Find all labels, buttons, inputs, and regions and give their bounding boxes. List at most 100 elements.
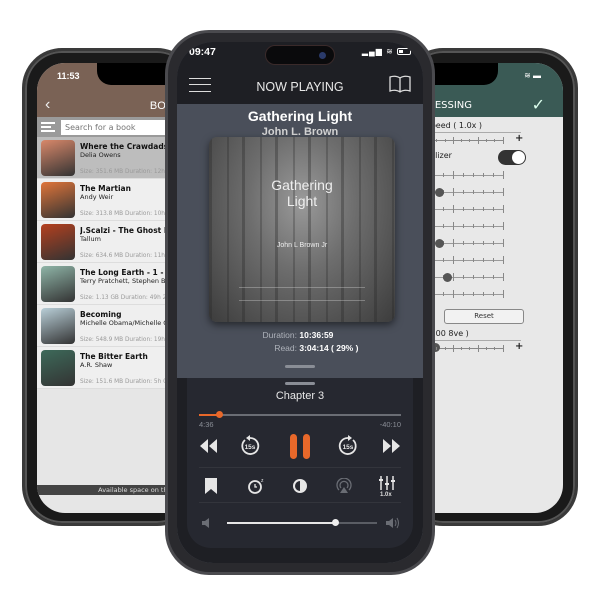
- cover-blurb: [239, 287, 365, 301]
- eq-band-knob[interactable]: [435, 188, 444, 197]
- tick-mark: [483, 173, 484, 177]
- tick-mark: [443, 207, 444, 211]
- volume-knob[interactable]: [332, 519, 339, 526]
- cover-title: Gathering Light: [209, 177, 395, 209]
- duration-label: Duration:: [262, 330, 298, 340]
- book-cover: [41, 182, 75, 218]
- tick-mark: [463, 275, 464, 279]
- tick-mark: [473, 292, 474, 296]
- tick-mark: [463, 292, 464, 296]
- reset-button[interactable]: Reset: [444, 309, 524, 324]
- tick-mark: [486, 347, 487, 350]
- tick-mark: [503, 222, 504, 230]
- tick-mark: [453, 205, 454, 213]
- alarm-clock-icon: z: [248, 478, 264, 494]
- tick-mark: [486, 139, 487, 142]
- next-chapter-button[interactable]: [379, 433, 405, 459]
- tick-mark: [453, 222, 454, 230]
- duration-row: Duration: 10:36:59: [177, 330, 423, 343]
- tick-mark: [483, 207, 484, 211]
- airplay-button[interactable]: [334, 476, 354, 496]
- tick-mark: [453, 171, 454, 179]
- tick-mark: [477, 137, 479, 144]
- plus-icon[interactable]: +: [515, 133, 523, 144]
- tick-mark: [503, 205, 504, 213]
- skip-forward-label: 15s: [343, 444, 354, 451]
- volume-slider[interactable]: [227, 519, 377, 526]
- eq-band-knob[interactable]: [435, 239, 444, 248]
- skip-forward-button[interactable]: 15s: [335, 433, 361, 459]
- duration-value: 10:36:59: [299, 330, 334, 340]
- tick-mark: [483, 224, 484, 228]
- contrast-icon: [293, 479, 307, 493]
- plus-icon[interactable]: +: [515, 341, 523, 352]
- tick-mark: [473, 258, 474, 262]
- eq-band-knob[interactable]: [443, 273, 452, 282]
- previous-chapter-button[interactable]: [195, 433, 221, 459]
- bookmark-icon: [205, 478, 217, 494]
- tick-mark: [494, 139, 496, 142]
- equalizer-sliders-icon: [379, 476, 395, 490]
- library-book-icon[interactable]: [389, 74, 411, 94]
- progress-knob[interactable]: [216, 411, 224, 418]
- tick-mark: [463, 258, 464, 262]
- tick-mark: [483, 292, 484, 296]
- status-time: 11:53: [57, 71, 80, 81]
- read-value: 3:04:14 ( 29% ): [299, 343, 359, 353]
- tick-mark: [461, 139, 463, 142]
- theme-button[interactable]: [290, 476, 310, 496]
- volume-high-icon: [386, 517, 399, 529]
- tick-mark: [493, 190, 494, 194]
- elapsed-time: 4:36: [199, 420, 214, 429]
- cover-title-line: Light: [286, 193, 318, 209]
- tick-mark: [453, 188, 454, 196]
- tick-mark: [443, 224, 444, 228]
- drag-handle[interactable]: [285, 365, 315, 368]
- speed-label: 1.0x: [380, 492, 392, 498]
- tick-mark: [453, 290, 454, 298]
- tick-mark: [473, 275, 474, 279]
- tick-mark: [436, 139, 438, 142]
- book-cover: [41, 266, 75, 302]
- drag-handle[interactable]: [285, 382, 315, 385]
- equalizer-toggle[interactable]: [498, 150, 526, 165]
- tick-mark: [473, 224, 474, 228]
- tick-mark: [452, 137, 454, 144]
- tick-mark: [503, 256, 504, 264]
- chapter-progress-slider[interactable]: [199, 411, 401, 418]
- tick-mark: [493, 241, 494, 245]
- tick-mark: [493, 275, 494, 279]
- dynamic-island: [265, 45, 335, 65]
- wifi-battery-icon: ≋ ▬: [524, 71, 541, 80]
- pause-icon: [290, 433, 297, 459]
- tick-mark: [463, 173, 464, 177]
- book-stats: Duration: 10:36:59 Read: 3:04:14 ( 29% ): [177, 330, 423, 356]
- tick-mark: [443, 292, 444, 296]
- sleep-timer-button[interactable]: z: [246, 476, 266, 496]
- tick-mark: [453, 239, 454, 247]
- divider: [199, 467, 401, 468]
- chapter-title[interactable]: Chapter 3: [187, 390, 413, 402]
- status-time: 09:47: [189, 46, 216, 58]
- pause-button[interactable]: [283, 433, 317, 459]
- book-cover: [41, 140, 75, 176]
- tick-mark: [473, 190, 474, 194]
- skip-back-button[interactable]: 15s: [237, 433, 263, 459]
- check-icon[interactable]: ✓: [532, 95, 545, 115]
- menu-icon[interactable]: [41, 122, 55, 132]
- skip-back-label: 15s: [245, 444, 256, 451]
- player-screen: 09:47 ▂▄▆ ≋ NOW PLAYING Gathering Light …: [177, 42, 423, 563]
- tick-mark: [493, 207, 494, 211]
- chevron-left-icon[interactable]: ‹: [45, 96, 50, 114]
- tick-mark: [493, 224, 494, 228]
- playback-speed-button[interactable]: [377, 473, 397, 493]
- tick-mark: [477, 345, 479, 352]
- tick-mark: [453, 256, 454, 264]
- tick-mark: [436, 347, 438, 350]
- tick-mark: [473, 241, 474, 245]
- tick-mark: [443, 173, 444, 177]
- cover-author: John L Brown Jr: [276, 242, 328, 249]
- tick-mark: [483, 190, 484, 194]
- tick-mark: [463, 190, 464, 194]
- bookmark-button[interactable]: [201, 476, 221, 496]
